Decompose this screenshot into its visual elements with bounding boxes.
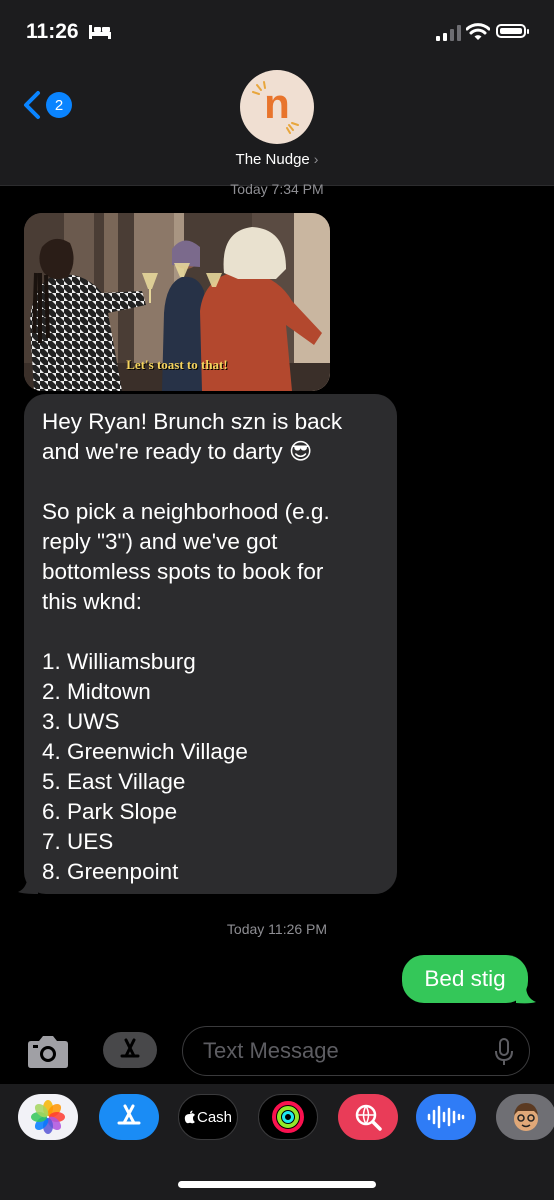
timestamp-day: Today <box>230 181 268 197</box>
message-line: this wknd: <box>42 589 143 614</box>
memoji-face-icon <box>514 1103 538 1131</box>
incoming-message-bubble[interactable]: Hey Ryan! Brunch szn is back and we're r… <box>24 394 397 894</box>
cash-label: Cash <box>196 1108 233 1126</box>
message-line: and we're ready to darty 😎 <box>42 439 313 464</box>
message-line: Hey Ryan! Brunch szn is back <box>42 409 343 434</box>
app-store-icon[interactable] <box>99 1094 159 1140</box>
gif-caption: Let's toast to that! <box>126 357 228 372</box>
apple-cash-icon[interactable]: Cash <box>178 1094 238 1140</box>
neighborhood-option: 6. Park Slope <box>42 799 178 824</box>
camera-icon[interactable] <box>24 1034 72 1070</box>
timestamp-day: Today <box>226 921 265 937</box>
message-text-field[interactable] <box>182 1026 530 1076</box>
neighborhood-option: 2. Midtown <box>42 679 151 704</box>
message-line: bottomless spots to book for <box>42 559 324 584</box>
message-timestamp: Today 7:34 PM <box>0 181 554 197</box>
status-time: 11:26 <box>26 20 79 43</box>
status-bar: 11:26 <box>0 0 554 60</box>
neighborhood-option: 7. UES <box>42 829 114 854</box>
signal-icon <box>436 24 461 41</box>
neighborhood-option: 1. Williamsburg <box>42 649 196 674</box>
photos-flower-icon <box>31 1100 65 1134</box>
audio-message-icon[interactable] <box>416 1094 476 1140</box>
app-store-glyph <box>117 1104 141 1125</box>
memoji-icon[interactable] <box>496 1094 554 1140</box>
photos-icon[interactable] <box>18 1094 78 1140</box>
bubble-tail <box>18 872 38 894</box>
conversation-header: 2 n The Nudge › <box>0 60 554 186</box>
contact-name[interactable]: The Nudge › <box>0 151 554 168</box>
bubble-tail <box>516 986 536 1004</box>
message-timestamp: Today 11:26 PM <box>0 921 554 937</box>
wifi-icon <box>466 23 490 40</box>
outgoing-message-bubble[interactable]: Bed stig <box>402 955 528 1003</box>
sparkle-icon <box>252 81 299 134</box>
contact-name-label: The Nudge <box>235 151 310 168</box>
globe-search-icon <box>355 1104 382 1131</box>
message-line: So pick a neighborhood (e.g. <box>42 499 330 524</box>
neighborhood-option: 4. Greenwich Village <box>42 739 248 764</box>
neighborhood-option: 3. UWS <box>42 709 120 734</box>
message-line: reply "3") and we've got <box>42 529 278 554</box>
waveform-icon <box>427 1105 465 1129</box>
timestamp-time: 11:26 PM <box>268 921 328 937</box>
fitness-icon[interactable] <box>258 1094 318 1140</box>
web-search-icon[interactable] <box>338 1094 398 1140</box>
app-store-button[interactable] <box>103 1032 157 1068</box>
home-indicator[interactable] <box>178 1181 376 1188</box>
bed-icon <box>89 25 111 39</box>
chevron-left-icon <box>24 91 40 119</box>
neighborhood-option: 8. Greenpoint <box>42 859 179 884</box>
timestamp-time: 7:34 PM <box>271 181 324 197</box>
apple-logo-icon <box>184 1110 195 1124</box>
neighborhood-option: 5. East Village <box>42 769 186 794</box>
compose-bar <box>0 1024 554 1084</box>
unread-badge: 2 <box>46 92 72 118</box>
activity-rings-icon <box>272 1101 304 1133</box>
microphone-icon[interactable] <box>495 1038 513 1066</box>
app-store-icon <box>120 1038 140 1058</box>
back-button[interactable]: 2 <box>22 90 72 120</box>
message-input[interactable] <box>201 1037 475 1065</box>
gif-image[interactable]: Let's toast to that! <box>24 213 330 391</box>
chevron-right-icon: › <box>313 151 319 167</box>
contact-avatar[interactable]: n <box>240 70 314 144</box>
battery-icon <box>496 24 529 38</box>
